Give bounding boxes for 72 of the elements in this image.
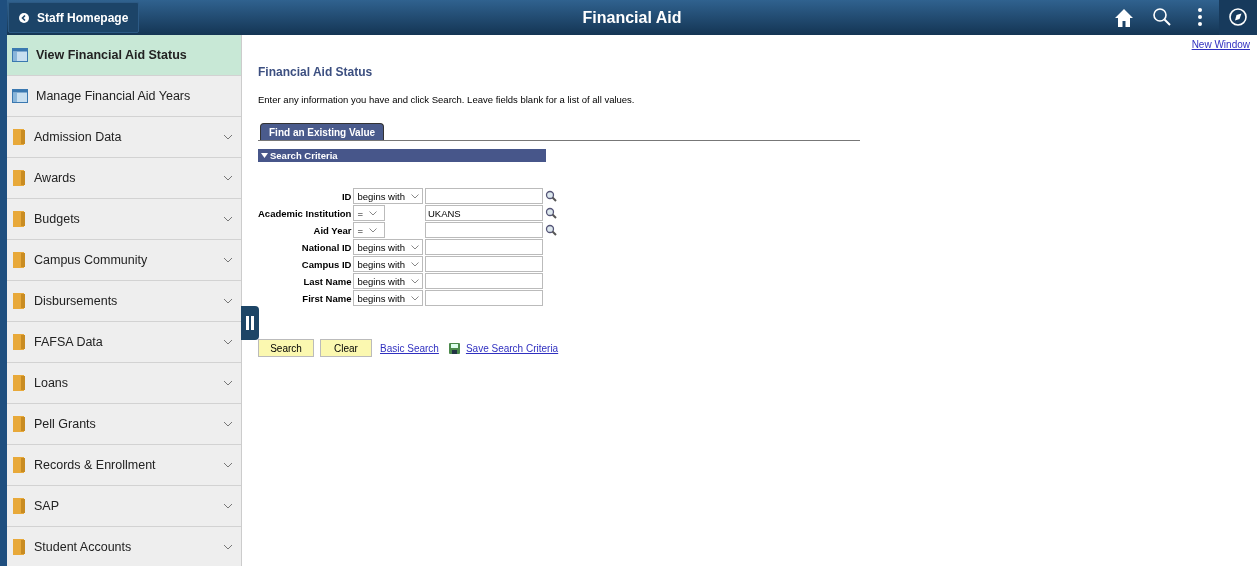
sidebar-item[interactable]: Awards [7, 158, 241, 199]
operator-dropdown[interactable]: = [353, 205, 386, 221]
sidebar-item[interactable]: Disbursements [7, 281, 241, 322]
compass-icon[interactable] [1219, 0, 1257, 35]
search-tab[interactable]: Find an Existing Value [260, 123, 385, 140]
lookup-icon[interactable] [544, 207, 557, 219]
triangle-down-icon [261, 153, 268, 158]
sidebar-item[interactable]: Student Accounts [7, 527, 241, 566]
search-input-field[interactable] [424, 256, 543, 272]
chevron-down-icon [410, 193, 419, 199]
folder-icon [12, 210, 26, 228]
sidebar-item[interactable]: Records & Enrollment [7, 445, 241, 486]
search-input-field[interactable] [424, 290, 543, 306]
field-label: ID [340, 190, 352, 202]
chevron-down-icon [410, 295, 419, 301]
operator-dropdown[interactable]: begins with [353, 239, 423, 255]
lookup-icon[interactable] [544, 190, 557, 202]
action-button[interactable]: Clear [320, 339, 372, 357]
lookup-icon[interactable] [544, 224, 557, 236]
page-heading: Financial Aid Status [258, 65, 373, 79]
operator-dropdown[interactable]: = [353, 222, 386, 238]
chevron-down-icon [410, 261, 419, 267]
folder-icon [12, 333, 26, 351]
new-window-link[interactable]: New Window [1191, 39, 1250, 53]
chevron-down-icon [369, 210, 377, 216]
collapse-handle-icon[interactable] [241, 306, 259, 340]
staff-homepage-button[interactable]: Staff Homepage [8, 2, 140, 33]
folder-icon [12, 374, 26, 392]
field-label: First Name [301, 292, 352, 304]
search-input-field[interactable] [424, 239, 543, 255]
chevron-down-icon [369, 227, 377, 233]
search-input-field[interactable] [424, 273, 543, 289]
folder-icon [12, 128, 26, 146]
search-input-field[interactable] [424, 222, 543, 238]
folder-icon [12, 415, 26, 433]
folder-icon [12, 169, 26, 187]
sidebar-item[interactable]: Loans [7, 363, 241, 404]
operator-dropdown[interactable]: begins with [353, 188, 423, 204]
save-search-criteria-link[interactable]: Save Search Criteria [465, 342, 559, 354]
sidebar-item[interactable]: View Financial Aid Status [7, 35, 241, 76]
folder-icon [12, 497, 26, 515]
search-criteria-header[interactable]: Search Criteria [258, 149, 546, 162]
folder-icon [12, 456, 26, 474]
search-input-field[interactable]: UKANS [424, 205, 543, 221]
field-label: Aid Year [312, 224, 352, 236]
search-input-field[interactable] [424, 188, 543, 204]
action-button[interactable]: Search [258, 339, 314, 357]
folder-icon [12, 538, 26, 556]
operator-dropdown[interactable]: begins with [353, 290, 423, 306]
operator-dropdown[interactable]: begins with [353, 273, 423, 289]
basic-search-link[interactable]: Basic Search [380, 342, 439, 354]
page-icon [12, 89, 28, 103]
sidebar-item[interactable]: Admission Data [7, 117, 241, 158]
folder-icon [12, 251, 26, 269]
field-label: Last Name [302, 275, 352, 287]
operator-dropdown[interactable]: begins with [353, 256, 423, 272]
field-label: Academic Institution [258, 207, 352, 219]
sidebar-item[interactable]: SAP [7, 486, 241, 527]
folder-icon [12, 292, 26, 310]
back-chevron-icon [19, 12, 29, 23]
sidebar-item[interactable]: Manage Financial Aid Years [7, 76, 241, 117]
chevron-down-icon [410, 244, 419, 250]
sidebar-item[interactable]: Budgets [7, 199, 241, 240]
field-label: Campus ID [300, 258, 352, 270]
page-title: Financial Aid [582, 8, 682, 27]
chevron-down-icon [410, 278, 419, 284]
instructions-text: Enter any information you have and click Search. Leave fields blank for a list of all values. [258, 94, 635, 105]
sidebar-item[interactable]: Pell Grants [7, 404, 241, 445]
sidebar-item[interactable]: FAFSA Data [7, 322, 241, 363]
field-label: National ID [300, 241, 352, 253]
sidebar-item[interactable]: Campus Community [7, 240, 241, 281]
page-icon [12, 48, 28, 62]
